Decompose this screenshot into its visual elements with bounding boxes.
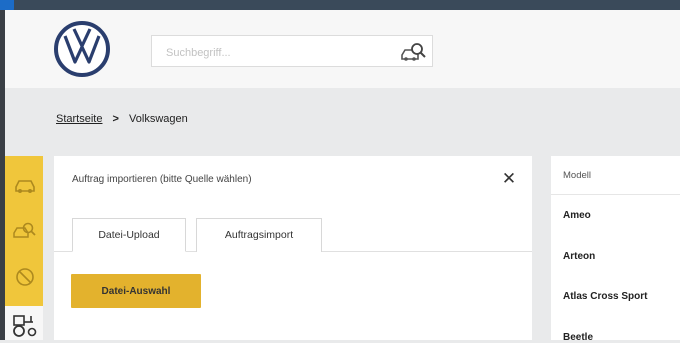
car-icon[interactable] bbox=[12, 174, 38, 196]
file-select-button[interactable]: Datei-Auswahl bbox=[71, 274, 201, 308]
model-column-label: Modell bbox=[563, 170, 591, 181]
list-item[interactable]: Beetle bbox=[563, 332, 593, 343]
search-car-icon[interactable] bbox=[400, 40, 426, 64]
site-header bbox=[5, 10, 680, 88]
no-entry-icon[interactable] bbox=[12, 266, 38, 288]
sidebar-lower bbox=[5, 306, 43, 340]
list-item[interactable]: Arteon bbox=[563, 251, 595, 262]
list-item[interactable]: Ameo bbox=[563, 210, 591, 221]
tractor-icon[interactable] bbox=[11, 312, 39, 338]
model-list-header: Modell bbox=[551, 156, 680, 195]
model-list: Modell Ameo Arteon Atlas Cross Sport Bee… bbox=[551, 156, 680, 343]
breadcrumb-home-link[interactable]: Startseite bbox=[56, 113, 102, 125]
browser-top-bar bbox=[0, 0, 680, 10]
breadcrumb-current: Volkswagen bbox=[129, 113, 188, 125]
search-car-icon[interactable] bbox=[12, 220, 38, 242]
tool-sidebar bbox=[5, 156, 43, 306]
panel-title: Auftrag importieren (bitte Quelle wählen… bbox=[72, 174, 252, 185]
import-order-panel: Auftrag importieren (bitte Quelle wählen… bbox=[54, 156, 532, 340]
vw-logo[interactable] bbox=[53, 20, 111, 78]
list-item[interactable]: Atlas Cross Sport bbox=[563, 291, 647, 302]
search-box bbox=[151, 35, 433, 67]
search-input[interactable] bbox=[164, 44, 388, 62]
breadcrumb: Startseite > Volkswagen bbox=[56, 113, 188, 125]
breadcrumb-separator: > bbox=[112, 113, 119, 125]
tab-file-upload[interactable]: Datei-Upload bbox=[72, 218, 186, 252]
tab-order-import[interactable]: Auftragsimport bbox=[196, 218, 322, 252]
close-button[interactable]: ✕ bbox=[500, 170, 518, 188]
